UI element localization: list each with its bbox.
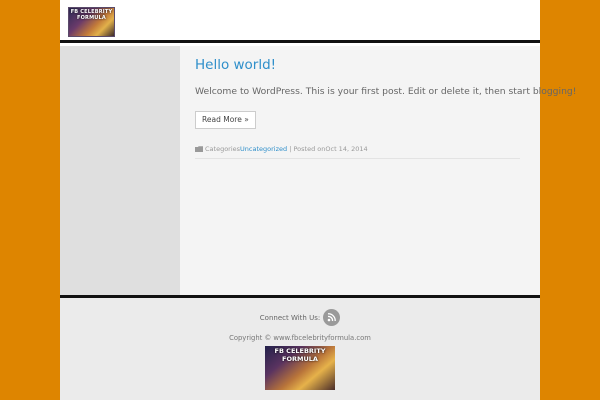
posted-on-label: Posted on (293, 145, 326, 153)
category-link[interactable]: Uncategorized (240, 145, 287, 153)
meta-separator (195, 158, 520, 159)
post-excerpt: Welcome to WordPress. This is your first… (195, 86, 577, 97)
post-meta: Categories Uncategorized | Posted on Oct… (195, 145, 368, 153)
categories-label: Categories (205, 145, 241, 153)
folder-icon (195, 146, 203, 152)
rss-icon[interactable] (323, 309, 341, 326)
footer-logo[interactable]: FB CELEBRITY FORMULA (265, 346, 335, 390)
main-content: Hello world! Welcome to WordPress. This … (180, 46, 576, 295)
site-container: FB CELEBRITY FORMULA Hello world! Welcom… (60, 0, 576, 400)
site-logo[interactable]: FB CELEBRITY FORMULA (68, 7, 115, 37)
site-logo-text: FB CELEBRITY FORMULA (70, 9, 113, 21)
site-header: FB CELEBRITY FORMULA (60, 0, 540, 43)
sidebar (60, 46, 180, 295)
post-title[interactable]: Hello world! (195, 57, 276, 73)
connect-label: Connect With Us: (259, 313, 321, 322)
footer-logo-text: FB CELEBRITY FORMULA (274, 347, 326, 363)
read-more-button[interactable]: Read More » (195, 111, 256, 129)
connect-row: Connect With Us: (60, 309, 540, 326)
site-footer: Connect With Us: Copyright © www.fbceleb… (60, 295, 540, 400)
copyright-text: Copyright © www.fbcelebrityformula.com (229, 334, 371, 342)
content-area: Hello world! Welcome to WordPress. This … (60, 46, 576, 295)
post-date: Oct 14, 2014 (325, 145, 368, 153)
